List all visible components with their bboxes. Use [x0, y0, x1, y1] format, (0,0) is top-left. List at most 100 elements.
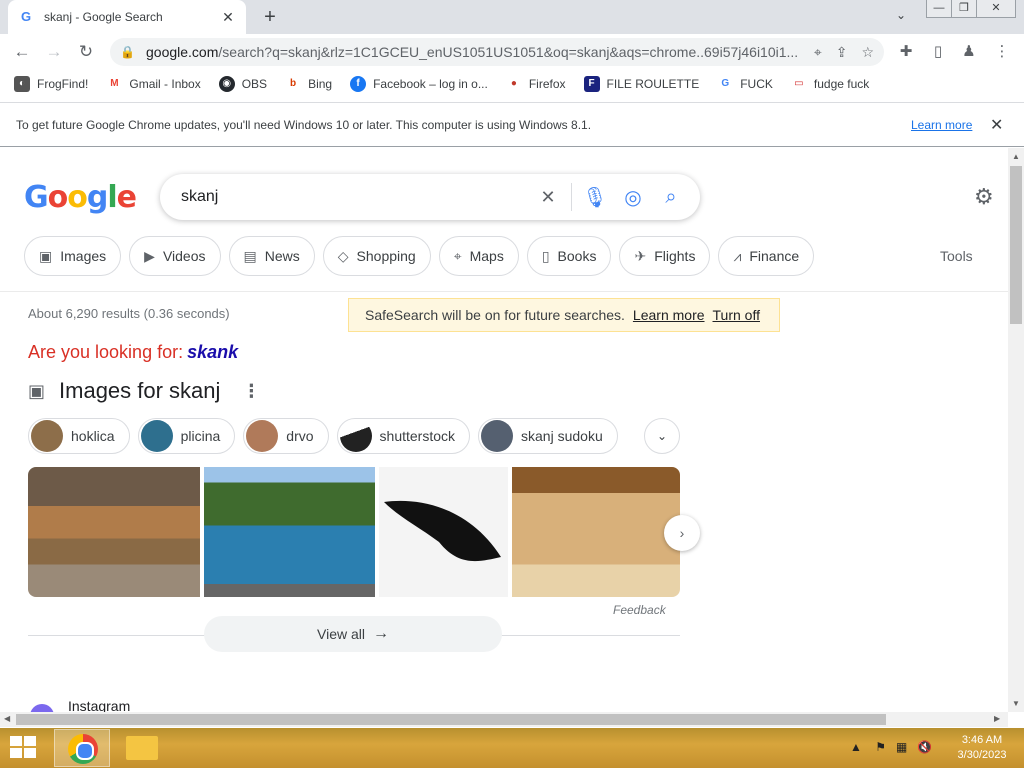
- images-section-header: ▣ Images for skanj ⋮: [28, 378, 260, 404]
- bookmark-frogfind[interactable]: ◐ FrogFind!: [14, 76, 88, 92]
- chart-icon: ⩘: [733, 247, 742, 264]
- gmail-icon: M: [106, 76, 123, 92]
- chip-videos[interactable]: ▶ Videos: [129, 236, 221, 276]
- search-input[interactable]: skanj: [181, 188, 529, 206]
- bookmark-gmail[interactable]: M Gmail - Inbox: [106, 76, 201, 92]
- menu-icon[interactable]: ⋮: [992, 42, 1012, 62]
- view-all-button[interactable]: View all →: [204, 616, 502, 652]
- chip-thumbnail: [31, 420, 63, 452]
- chip-label: hoklica: [71, 428, 115, 444]
- divider: [571, 183, 572, 211]
- filter-chip-skanj-sudoku[interactable]: skanj sudoku: [478, 418, 618, 454]
- close-window-button[interactable]: ✕: [976, 0, 1016, 18]
- chip-news[interactable]: ▤ News: [228, 236, 315, 276]
- chip-label: Images: [60, 248, 107, 264]
- windows-start-icon[interactable]: [10, 736, 38, 760]
- bay-with-boats-image[interactable]: [203, 467, 376, 597]
- chip-images[interactable]: ▣ Images: [24, 236, 122, 276]
- infobar-close-icon[interactable]: ✕: [990, 115, 1003, 135]
- images-section-title[interactable]: Images for skanj: [59, 378, 220, 404]
- island-map-image[interactable]: [379, 467, 509, 597]
- wooden-stool-image[interactable]: [28, 467, 200, 597]
- restore-button[interactable]: ❐: [951, 0, 977, 18]
- scrollbar-thumb[interactable]: [1010, 166, 1022, 324]
- did-you-mean-link[interactable]: skank: [187, 342, 238, 362]
- chip-flights[interactable]: ✈ Flights: [619, 236, 711, 276]
- bookmark-obs[interactable]: ◉ OBS: [218, 76, 267, 92]
- sidepanel-icon[interactable]: ▯: [928, 42, 948, 62]
- bookmarks-bar: ◐ FrogFind! M Gmail - Inbox ◉ OBS b Bing f Fa…: [0, 70, 1024, 98]
- scrollbar-thumb[interactable]: [16, 714, 886, 725]
- chip-finance[interactable]: ⩘ Finance: [718, 236, 815, 276]
- chip-books[interactable]: ▯ Books: [526, 236, 612, 276]
- safesearch-learn-more-link[interactable]: Learn more: [633, 307, 705, 323]
- result-site-name[interactable]: Instagram: [68, 698, 130, 712]
- search-icon[interactable]: ⌕: [652, 186, 690, 209]
- chrome-taskbar-button[interactable]: [54, 729, 110, 767]
- wooden-stools-image[interactable]: [512, 467, 680, 597]
- google-logo[interactable]: Google: [24, 180, 137, 215]
- network-icon[interactable]: ▦: [896, 740, 907, 754]
- extensions-icon[interactable]: ✚: [896, 42, 916, 62]
- tray-expand-icon[interactable]: ▲: [850, 740, 862, 754]
- tab-google-search[interactable]: G skanj - Google Search ✕: [8, 0, 246, 34]
- chip-shopping[interactable]: ◇ Shopping: [322, 236, 431, 276]
- safesearch-banner: SafeSearch will be on for future searche…: [348, 298, 780, 332]
- safesearch-turn-off-link[interactable]: Turn off: [713, 307, 760, 323]
- filter-chip-drvo[interactable]: drvo: [243, 418, 329, 454]
- bookmark-facebook[interactable]: f Facebook – log in o...: [350, 76, 488, 92]
- filter-chip-hoklica[interactable]: hoklica: [28, 418, 130, 454]
- microphone-icon[interactable]: 🎙: [576, 185, 614, 210]
- tools-button[interactable]: Tools: [940, 248, 973, 264]
- share-icon[interactable]: ⇪: [836, 44, 848, 61]
- profile-icon[interactable]: ♟: [959, 42, 979, 62]
- back-button[interactable]: ←: [10, 40, 34, 64]
- scroll-left-arrow-icon[interactable]: ◀: [4, 714, 10, 723]
- windows-taskbar: ▲ ⚑ ▦ 🔇 3:46 AM 3/30/2023: [0, 728, 1024, 768]
- lock-icon[interactable]: 🔒: [120, 45, 135, 59]
- search-box[interactable]: skanj ✕ 🎙 ◎ ⌕: [160, 174, 700, 220]
- tab-strip: G skanj - Google Search ✕ + ⌄ — ❐ ✕: [0, 0, 1024, 34]
- scroll-up-arrow-icon[interactable]: ▲: [1008, 152, 1024, 161]
- camera-lens-icon[interactable]: ◎: [614, 185, 652, 210]
- book-icon: ▯: [541, 247, 550, 264]
- feedback-link[interactable]: Feedback: [613, 603, 666, 617]
- bookmark-file-roulette[interactable]: F FILE ROULETTE: [583, 76, 699, 92]
- more-options-icon[interactable]: ⋮: [242, 381, 260, 402]
- tab-close-icon[interactable]: ✕: [220, 9, 236, 25]
- file-explorer-icon[interactable]: [126, 736, 158, 760]
- chip-label: Maps: [469, 248, 504, 264]
- chip-thumbnail: [339, 420, 372, 452]
- location-icon[interactable]: ⌖: [814, 44, 822, 61]
- infobar-learn-more-link[interactable]: Learn more: [911, 118, 972, 132]
- chip-maps[interactable]: ⌖ Maps: [438, 236, 519, 276]
- vertical-scrollbar[interactable]: ▲ ▼: [1008, 148, 1024, 712]
- url-text[interactable]: google.com/search?q=skanj&rlz=1C1GCEU_en…: [146, 44, 800, 60]
- scroll-right-arrow-icon[interactable]: ▶: [994, 714, 1000, 723]
- volume-muted-icon[interactable]: 🔇: [917, 740, 932, 754]
- settings-gear-icon[interactable]: ⚙: [974, 184, 994, 210]
- address-bar[interactable]: 🔒 google.com/search?q=skanj&rlz=1C1GCEU_…: [110, 38, 884, 66]
- scroll-down-arrow-icon[interactable]: ▼: [1008, 699, 1024, 708]
- bookmark-fudge[interactable]: ▭ fudge fuck: [790, 76, 869, 92]
- forward-button[interactable]: →: [42, 40, 66, 64]
- horizontal-scrollbar[interactable]: ◀ ▶: [0, 712, 1008, 727]
- tab-search-icon[interactable]: ⌄: [896, 8, 906, 22]
- update-infobar: To get future Google Chrome updates, you…: [0, 102, 1024, 147]
- chevron-down-icon[interactable]: ⌄: [644, 418, 680, 454]
- star-icon[interactable]: ☆: [861, 44, 874, 61]
- minimize-button[interactable]: —: [926, 0, 952, 18]
- clear-icon[interactable]: ✕: [529, 187, 567, 208]
- filter-chip-shutterstock[interactable]: shutterstock: [336, 418, 471, 454]
- search-results-page: Google skanj ✕ 🎙 ◎ ⌕ ⚙ ▣ Images ▶ Videos ▤…: [0, 148, 1008, 712]
- flag-icon[interactable]: ⚑: [875, 740, 886, 754]
- bookmark-bing[interactable]: b Bing: [285, 76, 332, 92]
- bookmark-firefox[interactable]: ● Firefox: [505, 76, 566, 92]
- taskbar-clock[interactable]: 3:46 AM 3/30/2023: [950, 733, 1014, 763]
- reload-button[interactable]: ↻: [74, 40, 98, 64]
- chrome-icon: [68, 734, 98, 764]
- bookmark-google[interactable]: G FUCK: [717, 76, 773, 92]
- new-tab-button[interactable]: +: [259, 6, 281, 28]
- filter-chip-plicina[interactable]: plicina: [137, 418, 236, 454]
- chevron-right-icon[interactable]: ›: [664, 515, 700, 551]
